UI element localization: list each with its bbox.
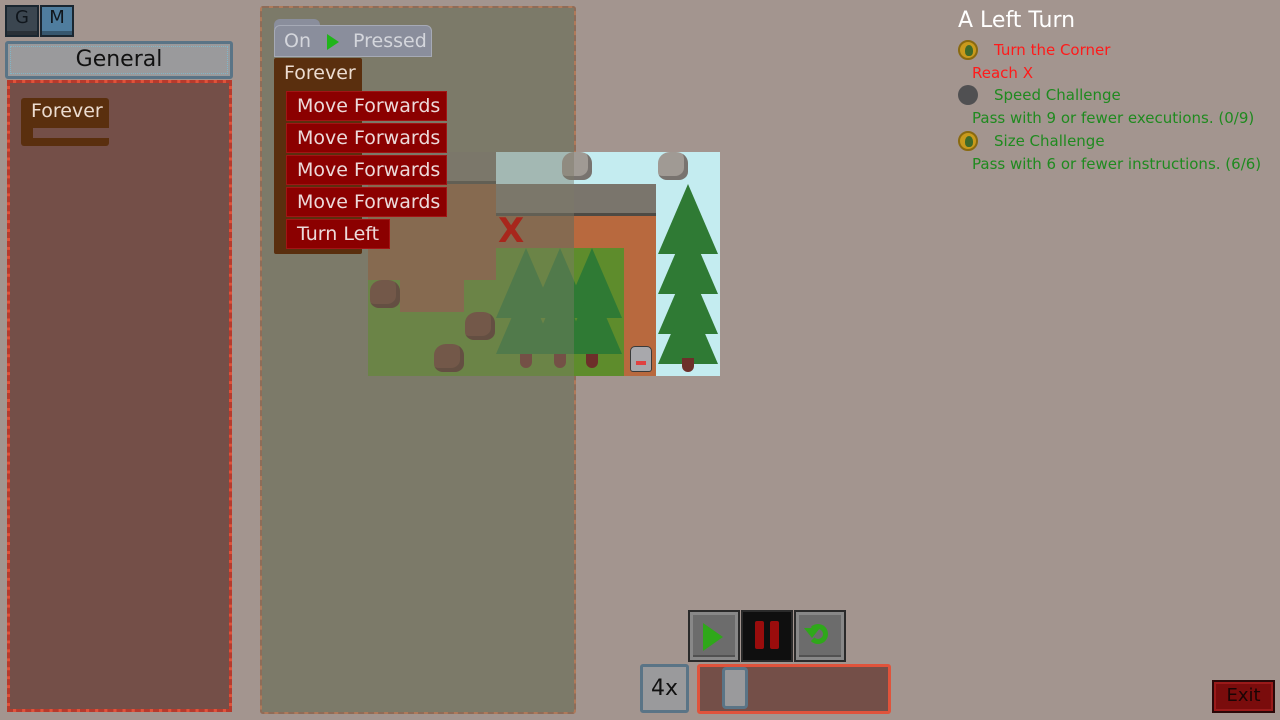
objective-description: Pass with 9 or fewer executions. (0/9) [972, 109, 1255, 127]
play-icon [703, 623, 723, 651]
dirt-path-tile [574, 216, 656, 248]
command-block[interactable]: Move Forwards [286, 123, 447, 153]
block-palette[interactable] [7, 80, 232, 712]
goal-marker: X [498, 211, 525, 251]
block-label: Forever [31, 100, 103, 122]
pause-button[interactable] [741, 610, 793, 662]
objective-description: Reach X [972, 64, 1033, 82]
pause-icon [755, 621, 764, 649]
tab-general[interactable]: G [5, 5, 39, 37]
speed-label: 4x [640, 664, 689, 713]
robot-player [630, 346, 652, 372]
medal-icon [958, 131, 978, 151]
objective-title: Speed Challenge [994, 86, 1121, 104]
block-slot [33, 128, 109, 138]
empty-medal-icon [958, 85, 978, 105]
palette-category-header: General [5, 41, 233, 79]
tree [658, 184, 718, 376]
workspace-overlay [368, 152, 574, 376]
reset-arrow-icon [804, 628, 820, 638]
game-map: X [368, 152, 720, 376]
play-button[interactable] [688, 610, 740, 662]
command-block[interactable]: Move Forwards [286, 187, 447, 217]
event-suffix: Pressed [353, 30, 427, 52]
event-prefix: On [284, 30, 311, 52]
exit-button[interactable]: Exit [1212, 680, 1275, 713]
reset-button[interactable] [794, 610, 846, 662]
palette-block-forever[interactable]: Forever [21, 98, 109, 146]
pause-icon [770, 621, 779, 649]
command-block[interactable]: Move Forwards [286, 91, 447, 121]
event-block-on-play-pressed[interactable]: On Pressed [274, 25, 432, 57]
block-label: Forever [284, 62, 356, 84]
speed-slider-thumb[interactable] [722, 667, 748, 709]
objective-title: Turn the Corner [994, 41, 1111, 59]
play-icon [327, 34, 339, 50]
level-title: A Left Turn [958, 8, 1076, 33]
medal-icon [958, 40, 978, 60]
objective-title: Size Challenge [994, 132, 1105, 150]
command-block[interactable]: Move Forwards [286, 155, 447, 185]
boulder [658, 152, 688, 180]
tab-movement[interactable]: M [40, 5, 74, 37]
command-block[interactable]: Turn Left [286, 219, 390, 249]
objective-description: Pass with 6 or fewer instructions. (6/6) [972, 155, 1262, 173]
